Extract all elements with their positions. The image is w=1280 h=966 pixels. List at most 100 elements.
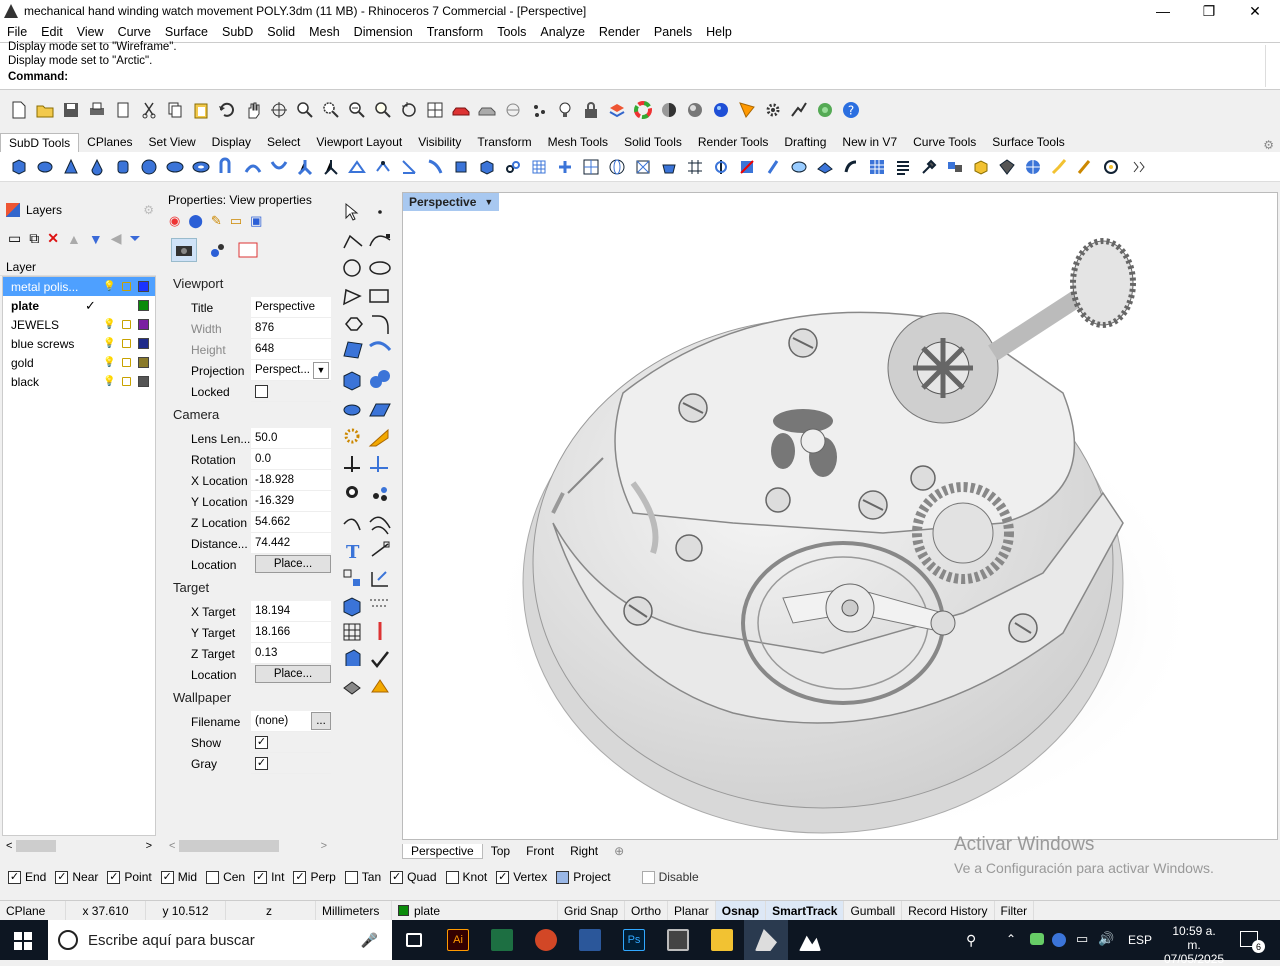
paste-icon[interactable] xyxy=(190,99,212,121)
windows-start-icon[interactable] xyxy=(14,932,32,950)
subd-cylinder-icon[interactable] xyxy=(34,156,56,178)
subd-gem-icon[interactable] xyxy=(996,156,1018,178)
photoshop-icon[interactable]: Ps xyxy=(612,920,656,960)
lock-toggle-icon[interactable] xyxy=(122,358,131,367)
visibility-bulb-icon[interactable]: 💡 xyxy=(103,281,115,293)
visibility-bulb-icon[interactable]: 💡 xyxy=(103,319,115,331)
osnap-near[interactable]: ✓ Near xyxy=(55,870,98,884)
people-icon[interactable]: ⚲ xyxy=(966,932,976,949)
browse-button[interactable]: ... xyxy=(311,712,331,730)
ortho-toggle[interactable]: Ortho xyxy=(625,900,669,921)
tab-render-tools[interactable]: Render Tools xyxy=(690,133,777,152)
scroll-thumb[interactable] xyxy=(179,840,280,852)
x-target-field[interactable]: 18.194 xyxy=(251,601,331,622)
layer-color-swatch[interactable] xyxy=(138,338,149,349)
tab-mesh-tools[interactable]: Mesh Tools xyxy=(540,133,616,152)
save-icon[interactable] xyxy=(60,99,82,121)
command-scrollbar[interactable] xyxy=(1265,45,1278,87)
subd-mesh-icon[interactable] xyxy=(580,156,602,178)
subd-bridge-icon[interactable] xyxy=(320,156,342,178)
new-file-icon[interactable] xyxy=(8,99,30,121)
texture-icon[interactable]: ✎ xyxy=(211,213,222,229)
undo-view-icon[interactable] xyxy=(398,99,420,121)
osnap-cen[interactable]: Cen xyxy=(206,870,245,884)
curve-icon[interactable] xyxy=(369,234,391,247)
blue-sphere-icon[interactable] xyxy=(710,99,732,121)
layer-name[interactable]: plate xyxy=(3,299,93,313)
grid-dots-icon[interactable] xyxy=(343,623,361,641)
subd-sphere-icon[interactable] xyxy=(138,156,160,178)
viewport-tab-front[interactable]: Front xyxy=(518,844,562,858)
lock-toggle-icon[interactable] xyxy=(122,320,131,329)
subd-sphere-grid-icon[interactable] xyxy=(1022,156,1044,178)
subd-delete-icon[interactable] xyxy=(736,156,758,178)
layer-row[interactable]: metal polis... 💡 xyxy=(3,277,155,296)
volume-icon[interactable]: 🔊 xyxy=(1098,931,1114,947)
pan-hand-icon[interactable] xyxy=(242,99,264,121)
tab-curve-tools[interactable]: Curve Tools xyxy=(905,133,984,152)
tab-select[interactable]: Select xyxy=(259,133,308,152)
explode-icon[interactable] xyxy=(373,487,387,501)
projection-select[interactable]: Perspect... ▼ xyxy=(251,360,331,381)
menu-mesh[interactable]: Mesh xyxy=(302,25,347,39)
subd-weld-icon[interactable] xyxy=(840,156,862,178)
tab-visibility[interactable]: Visibility xyxy=(410,133,469,152)
menu-help[interactable]: Help xyxy=(699,25,739,39)
rotate-view-icon[interactable] xyxy=(268,99,290,121)
zoom-extents-icon[interactable] xyxy=(346,99,368,121)
osnap-checkbox[interactable]: ✓ xyxy=(107,870,121,884)
hexagon-icon[interactable] xyxy=(345,317,363,331)
layer-color-swatch[interactable] xyxy=(138,357,149,368)
layer-name[interactable]: JEWELS xyxy=(3,318,93,332)
visibility-bulb-icon[interactable]: 💡 xyxy=(103,338,115,350)
layer-color-swatch[interactable] xyxy=(138,281,149,292)
cut-icon[interactable] xyxy=(138,99,160,121)
microphone-icon[interactable]: 🎤 xyxy=(361,932,378,949)
extrude-icon[interactable] xyxy=(369,403,391,417)
box-solid-icon[interactable] xyxy=(343,371,361,391)
smarttrack-toggle[interactable]: SmartTrack xyxy=(766,900,845,921)
plugin-globe-icon[interactable] xyxy=(814,99,836,121)
subd-pipe-icon[interactable] xyxy=(216,156,238,178)
filter-toggle[interactable]: Filter xyxy=(995,900,1035,921)
layer-name[interactable]: metal polis... xyxy=(3,280,93,294)
polygon-icon[interactable] xyxy=(343,288,362,306)
paint-bucket-icon[interactable] xyxy=(371,679,389,693)
taskbar-search-box[interactable]: Escribe aquí para buscar 🎤 xyxy=(48,920,392,960)
title-field[interactable]: Perspective xyxy=(251,297,331,318)
osnap-int[interactable]: ✓ Int xyxy=(254,870,284,884)
menu-file[interactable]: File xyxy=(0,25,34,39)
subd-grid-icon[interactable] xyxy=(528,156,550,178)
sweep-surface-icon[interactable] xyxy=(369,341,392,351)
osnap-checkbox[interactable] xyxy=(206,870,220,884)
transform-gear-icon[interactable] xyxy=(344,428,360,444)
viewport-tab-perspective[interactable]: Perspective xyxy=(402,843,483,859)
subd-tools-icon[interactable] xyxy=(918,156,940,178)
tab-subd-tools[interactable]: SubD Tools xyxy=(0,133,80,152)
menu-dimension[interactable]: Dimension xyxy=(347,25,420,39)
layer-row[interactable]: black 💡 xyxy=(3,372,155,391)
tray-cloud-icon[interactable] xyxy=(1052,933,1066,947)
subd-torus-icon[interactable] xyxy=(190,156,212,178)
subd-refine-icon[interactable] xyxy=(632,156,654,178)
subd-box2-icon[interactable] xyxy=(476,156,498,178)
named-view-icon[interactable] xyxy=(205,238,231,262)
subd-box-icon[interactable] xyxy=(8,156,30,178)
tab-set-view[interactable]: Set View xyxy=(141,133,204,152)
subd-cone-icon[interactable] xyxy=(60,156,82,178)
place-target-button[interactable]: Place... xyxy=(255,665,331,683)
tab-solid-tools[interactable]: Solid Tools xyxy=(616,133,690,152)
fillet-curve-icon[interactable] xyxy=(372,315,389,334)
clipping-icon[interactable] xyxy=(345,649,361,666)
collapse-icon[interactable]: ◀ xyxy=(111,230,122,247)
text-icon[interactable]: T xyxy=(346,542,360,563)
layer-name[interactable]: black xyxy=(3,375,93,389)
subd-settings-icon[interactable] xyxy=(1100,156,1122,178)
undo-icon[interactable] xyxy=(216,99,238,121)
osnap-checkbox[interactable]: ✓ xyxy=(160,870,174,884)
z-target-field[interactable]: 0.13 xyxy=(251,643,331,664)
cplane-icon[interactable] xyxy=(502,99,524,121)
perspective-viewport[interactable]: Perspective ▼ xyxy=(402,192,1278,840)
menu-panels[interactable]: Panels xyxy=(647,25,699,39)
open-folder-icon[interactable] xyxy=(34,99,56,121)
